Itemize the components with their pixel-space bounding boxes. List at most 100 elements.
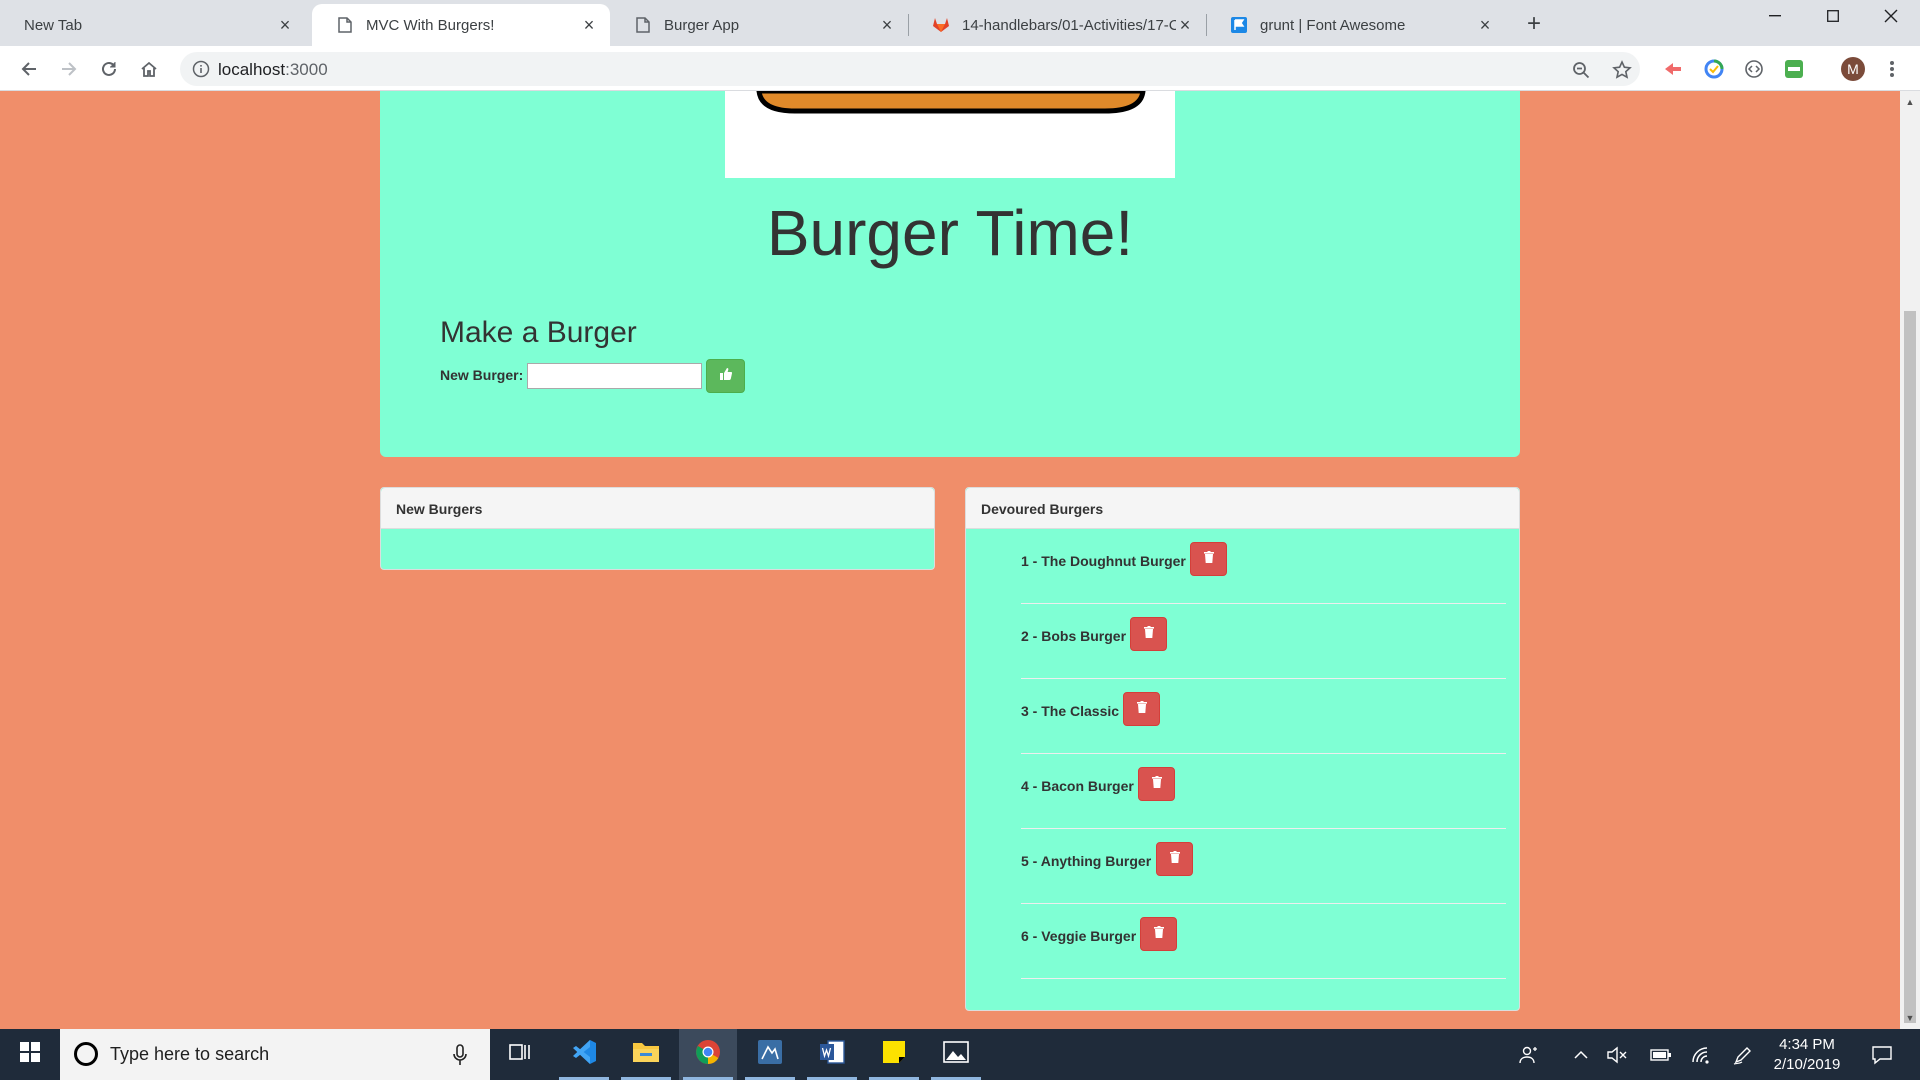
tab-new-tab[interactable]: New Tab × [0, 4, 306, 46]
new-burger-input[interactable] [527, 363, 702, 389]
trash-icon [1153, 925, 1164, 943]
scroll-up-arrow-icon[interactable]: ▲ [1905, 97, 1915, 107]
tab-title: Burger App [664, 16, 740, 34]
volume-muted-icon[interactable] [1602, 1029, 1634, 1080]
taskbar-chrome[interactable] [679, 1029, 737, 1080]
search-placeholder: Type here to search [110, 1044, 270, 1064]
tab-font-awesome[interactable]: grunt | Font Awesome × [1206, 4, 1506, 46]
extension-google-icon[interactable] [1703, 58, 1725, 80]
extension-code-icon[interactable] [1743, 58, 1765, 80]
close-icon[interactable]: × [1176, 16, 1194, 34]
tab-mvc-with-burgers[interactable]: MVC With Burgers! × [312, 4, 610, 46]
clock-time: 4:34 PM [1779, 1036, 1835, 1053]
chevron-up-icon[interactable] [1566, 1029, 1596, 1080]
trash-icon [1143, 625, 1154, 643]
close-icon[interactable]: × [1476, 16, 1494, 34]
burger-name: 3 - The Classic [1021, 703, 1120, 719]
minimize-button[interactable] [1746, 0, 1804, 32]
back-button[interactable] [14, 54, 44, 84]
reload-button[interactable] [94, 54, 124, 84]
burger-name: 6 - Veggie Burger [1021, 928, 1137, 944]
task-view-button[interactable] [491, 1029, 549, 1080]
delete-burger-button[interactable] [1130, 617, 1167, 651]
wifi-icon[interactable] [1686, 1029, 1718, 1080]
burger-image [725, 91, 1175, 178]
list-item: 4 - Bacon Burger [1021, 754, 1506, 829]
pen-icon[interactable] [1728, 1029, 1760, 1080]
taskbar-clock[interactable]: 4:34 PM 2/10/2019 [1762, 1035, 1852, 1075]
trash-icon [1169, 850, 1180, 868]
close-icon[interactable]: × [580, 16, 598, 34]
taskbar-word[interactable] [803, 1029, 861, 1080]
sticky-notes-icon [882, 1040, 906, 1069]
chrome-icon [695, 1039, 721, 1070]
zoom-icon[interactable] [1570, 59, 1592, 81]
close-window-button[interactable] [1862, 0, 1920, 32]
burger-name: 2 - Bobs Burger [1021, 628, 1127, 644]
font-awesome-icon [1230, 16, 1248, 34]
maximize-button[interactable] [1804, 0, 1862, 32]
microphone-icon[interactable] [452, 1043, 474, 1067]
new-tab-button[interactable]: + [1520, 10, 1548, 38]
tab-burger-app[interactable]: Burger App × [610, 4, 908, 46]
people-icon[interactable] [1514, 1029, 1544, 1080]
star-icon[interactable] [1611, 59, 1633, 81]
menu-icon[interactable] [1881, 58, 1903, 80]
make-burger-heading: Make a Burger [440, 316, 637, 349]
burger-name: 1 - The Doughnut Burger [1021, 553, 1186, 569]
burger-name: 4 - Bacon Burger [1021, 778, 1134, 794]
vscode-icon [571, 1039, 597, 1070]
trash-icon [1136, 700, 1147, 718]
profile-avatar[interactable]: M [1841, 57, 1865, 81]
delete-burger-button[interactable] [1156, 842, 1193, 876]
tab-title: New Tab [24, 16, 83, 34]
list-item: 1 - The Doughnut Burger [1021, 529, 1506, 604]
trash-icon [1203, 550, 1214, 568]
list-item: 5 - Anything Burger [1021, 829, 1506, 904]
delete-burger-button[interactable] [1123, 692, 1160, 726]
taskbar-file-explorer[interactable] [617, 1029, 675, 1080]
tab-title: 14-handlebars/01-Activities/17-C [962, 16, 1176, 34]
taskbar-sticky-notes[interactable] [865, 1029, 923, 1080]
photos-icon [943, 1041, 969, 1068]
page-scrollbar[interactable]: ▲ ▼ [1900, 91, 1920, 1029]
battery-icon[interactable] [1645, 1029, 1677, 1080]
clock-date: 2/10/2019 [1773, 1056, 1841, 1073]
devoured-burgers-heading: Devoured Burgers [966, 488, 1519, 529]
delete-burger-button[interactable] [1140, 917, 1177, 951]
taskbar-photos[interactable] [927, 1029, 985, 1080]
extension-cast-icon[interactable] [1662, 58, 1684, 80]
close-icon[interactable]: × [878, 16, 896, 34]
start-button[interactable] [0, 1029, 60, 1080]
tab-gitlab[interactable]: 14-handlebars/01-Activities/17-C × [908, 4, 1206, 46]
gitlab-icon [932, 16, 950, 34]
info-icon[interactable] [192, 60, 210, 78]
delete-burger-button[interactable] [1190, 542, 1227, 576]
extension-cors-icon[interactable] [1783, 58, 1805, 80]
close-icon[interactable]: × [276, 16, 294, 34]
tab-strip: New Tab × MVC With Burgers! × Burger App… [0, 0, 1920, 46]
burger-name: 5 - Anything Burger [1021, 853, 1152, 869]
action-center-icon[interactable] [1864, 1029, 1900, 1080]
mysql-workbench-icon [757, 1039, 783, 1070]
jumbotron: Burger Time! Make a Burger New Burger: [380, 91, 1520, 457]
delete-burger-button[interactable] [1138, 767, 1175, 801]
page-title: Burger Time! [766, 197, 1134, 269]
scrollbar-thumb[interactable] [1904, 311, 1916, 1023]
taskbar-mysql-workbench[interactable] [741, 1029, 799, 1080]
address-bar[interactable]: localhost:3000 [180, 52, 1640, 86]
home-button[interactable] [134, 54, 164, 84]
page-icon [336, 16, 354, 34]
taskbar-search[interactable]: Type here to search [60, 1029, 490, 1080]
windows-icon [20, 1042, 40, 1067]
page-viewport: Burger Time! Make a Burger New Burger: N… [0, 91, 1900, 1029]
new-burgers-heading: New Burgers [381, 488, 934, 529]
task-view-icon [509, 1042, 531, 1067]
url-port: :3000 [285, 60, 328, 79]
list-item: 6 - Veggie Burger [1021, 904, 1506, 979]
word-icon [819, 1039, 845, 1070]
taskbar-vscode[interactable] [555, 1029, 613, 1080]
forward-button[interactable] [54, 54, 84, 84]
add-burger-button[interactable] [706, 359, 745, 393]
scroll-down-arrow-icon[interactable]: ▼ [1905, 1013, 1915, 1023]
